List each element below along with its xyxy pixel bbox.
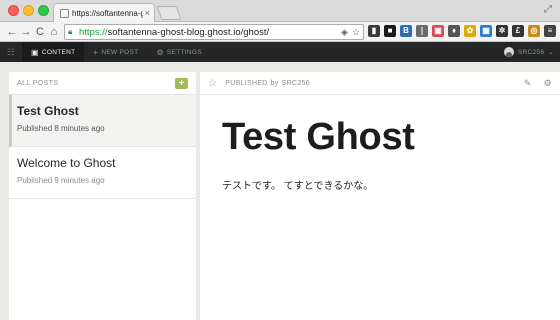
nav-new-post[interactable]: + NEW POST: [84, 42, 147, 62]
post-list-item[interactable]: Welcome to Ghost Published 9 minutes ago: [9, 147, 196, 199]
post-preview-panel: ☆ PUBLISHED by SRC256 ✎ ⚙ Test Ghost テスト…: [200, 72, 560, 320]
ext-11-icon[interactable]: ◎: [528, 25, 540, 37]
address-bar[interactable]: 🔒︎ https:// softantenna-ghost-blog.ghost…: [64, 24, 364, 40]
edit-icon[interactable]: ✎: [524, 78, 532, 89]
shield-icon[interactable]: ◈: [341, 27, 348, 38]
nav-content-label: CONTENT: [41, 48, 76, 56]
tab-title: https://softantenna-ghos: [72, 8, 143, 18]
post-settings-icon[interactable]: ⚙: [544, 78, 552, 89]
post-author: SRC256: [281, 79, 310, 87]
ext-5-icon[interactable]: ▣: [432, 25, 444, 37]
post-meta: Published 9 minutes ago: [17, 176, 105, 185]
zoom-window-button[interactable]: [38, 5, 49, 16]
ext-4-icon[interactable]: ❘: [416, 25, 428, 37]
ext-6-icon[interactable]: ♦: [448, 25, 460, 37]
plus-icon: +: [93, 47, 99, 57]
forward-icon[interactable]: →: [19, 23, 33, 41]
lock-icon: 🔒︎: [68, 27, 73, 36]
by-label: by: [270, 79, 279, 87]
ext-10-icon[interactable]: £: [512, 25, 524, 37]
minimize-window-button[interactable]: [23, 5, 34, 16]
post-list-item[interactable]: Test Ghost Published 8 minutes ago: [9, 95, 196, 147]
preview-title: Test Ghost: [222, 116, 415, 158]
home-icon[interactable]: ⌂: [47, 23, 61, 41]
url-text: softantenna-ghost-blog.ghost.io/ghost/: [107, 26, 270, 38]
nav-new-post-label: NEW POST: [101, 48, 139, 56]
post-title: Welcome to Ghost: [17, 156, 116, 170]
ext-9-icon[interactable]: ✲: [496, 25, 508, 37]
ext-3-icon[interactable]: B: [400, 25, 412, 37]
post-title: Test Ghost: [17, 104, 79, 118]
ext-2-icon[interactable]: ■: [384, 25, 396, 37]
nav-settings[interactable]: ⚙ SETTINGS: [147, 42, 210, 62]
preview-header: ☆ PUBLISHED by SRC256 ✎ ⚙: [200, 72, 560, 95]
post-list-panel: ALL POSTS + Test Ghost Published 8 minut…: [9, 72, 196, 320]
new-tab-button[interactable]: [156, 6, 182, 20]
nav-content[interactable]: ▣ CONTENT: [22, 42, 85, 62]
close-window-button[interactable]: [8, 5, 19, 16]
browser-tab[interactable]: https://softantenna-ghos ×: [53, 3, 155, 22]
back-icon[interactable]: ←: [5, 23, 19, 41]
avatar: [503, 47, 514, 57]
post-meta: Published 8 minutes ago: [17, 124, 105, 133]
ext-7-icon[interactable]: ✿: [464, 25, 476, 37]
ghost-navbar: ☷ ▣ CONTENT + NEW POST ⚙ SETTINGS SRC256…: [0, 42, 560, 62]
ext-8-icon[interactable]: ▦: [480, 25, 492, 37]
page-icon: [60, 8, 69, 18]
nav-settings-label: SETTINGS: [166, 48, 202, 56]
post-list-header: ALL POSTS +: [9, 72, 196, 95]
close-tab-icon[interactable]: ×: [145, 8, 150, 18]
fullscreen-icon[interactable]: ⤢: [544, 4, 552, 15]
chevron-down-icon: ⌄: [548, 49, 554, 56]
add-post-button[interactable]: +: [175, 77, 188, 89]
reload-icon[interactable]: C: [33, 23, 47, 41]
content-icon: ▣: [31, 47, 39, 57]
user-name: SRC256: [517, 48, 545, 56]
ext-1-icon[interactable]: ▮: [368, 25, 380, 37]
extensions-area: ▮ ■ B ❘ ▣ ♦ ✿ ▦ ✲ £ ◎ ≡: [368, 25, 556, 37]
ext-12-icon[interactable]: ≡: [544, 25, 556, 37]
browser-tab-bar: https://softantenna-ghos × ⤢: [0, 0, 560, 22]
gear-icon: ⚙: [156, 47, 164, 57]
preview-body: テストです。 てすとできるかな。: [222, 181, 374, 192]
browser-toolbar: ← → C ⌂ 🔒︎ https:// softantenna-ghost-bl…: [0, 22, 560, 42]
url-scheme: https://: [79, 26, 108, 38]
bookmark-star-icon[interactable]: ☆: [352, 27, 360, 38]
user-menu[interactable]: SRC256 ⌄: [503, 42, 554, 62]
menu-icon[interactable]: ☷: [0, 47, 22, 58]
post-status: PUBLISHED: [225, 79, 268, 87]
post-list-title: ALL POSTS: [17, 79, 59, 87]
featured-star-icon[interactable]: ☆: [208, 78, 217, 89]
